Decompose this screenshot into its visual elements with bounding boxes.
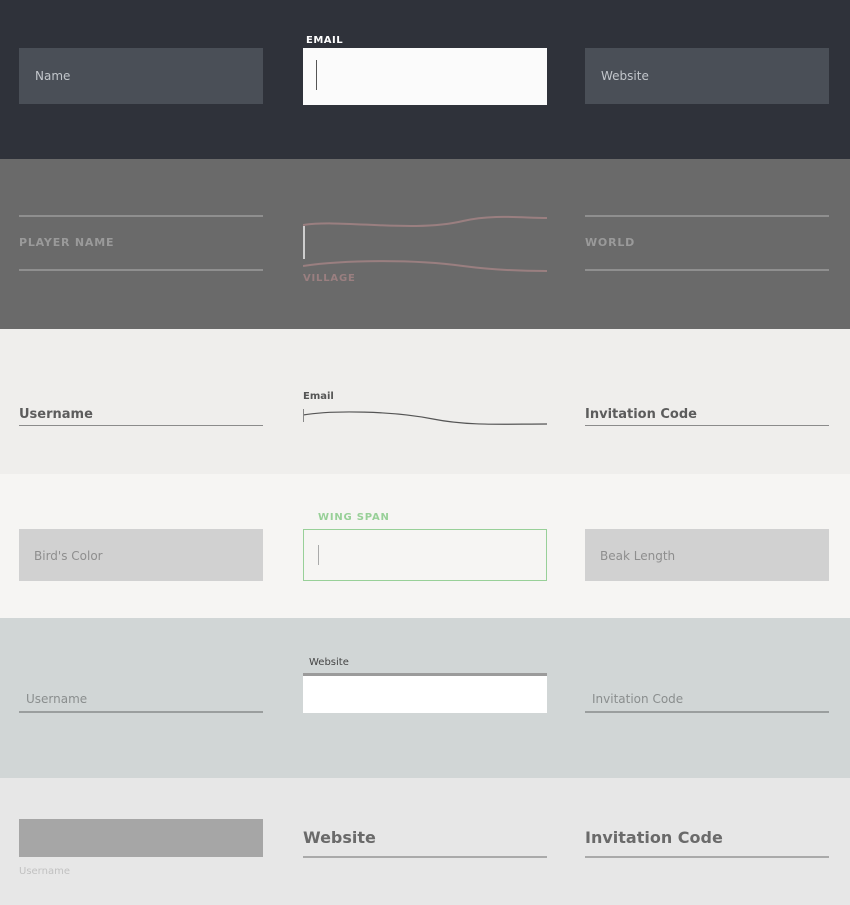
- email-label: Email: [303, 391, 334, 402]
- invitation-code-input[interactable]: Invitation Code: [585, 692, 829, 716]
- username-label: Username: [19, 407, 93, 422]
- website-input[interactable]: Website: [585, 48, 829, 104]
- beak-length-input[interactable]: Beak Length: [585, 529, 829, 581]
- username-input[interactable]: Username: [19, 399, 263, 427]
- invitation-code-input[interactable]: Invitation Code: [585, 399, 829, 427]
- player-name-label: PLAYER NAME: [19, 236, 115, 249]
- birds-color-placeholder: Bird's Color: [34, 549, 103, 563]
- invitation-code-input[interactable]: Invitation Code: [585, 828, 829, 860]
- invitation-code-label: Invitation Code: [585, 828, 723, 847]
- beak-length-placeholder: Beak Length: [600, 549, 676, 563]
- invitation-code-label: Invitation Code: [585, 407, 697, 422]
- invitation-code-label: Invitation Code: [592, 692, 684, 706]
- email-input[interactable]: [303, 407, 547, 429]
- website-input[interactable]: [303, 673, 547, 713]
- world-label: WORLD: [585, 236, 636, 249]
- village-input[interactable]: [303, 209, 547, 279]
- text-caret: [318, 545, 319, 565]
- text-caret: [316, 60, 317, 90]
- input-demo-section-6: Username Website Invitation Code: [0, 778, 850, 905]
- input-demo-section-2: PLAYER NAME VILLAGE WORLD: [0, 159, 850, 329]
- input-demo-section-5: Username Website Invitation Code: [0, 618, 850, 778]
- input-underline: [19, 425, 263, 426]
- birds-color-input[interactable]: Bird's Color: [19, 529, 263, 581]
- input-bottom-border: [585, 269, 829, 271]
- input-underline: [585, 856, 829, 858]
- wavy-border-shape: [303, 215, 547, 272]
- wavy-underline-shape: [303, 409, 547, 425]
- name-input[interactable]: Name: [19, 48, 263, 104]
- input-bottom-border: [19, 269, 263, 271]
- input-top-border: [585, 215, 829, 217]
- input-underline: [585, 425, 829, 426]
- player-name-input[interactable]: PLAYER NAME: [19, 215, 263, 273]
- username-label: Username: [19, 866, 70, 877]
- email-label: EMAIL: [306, 35, 344, 46]
- email-input[interactable]: [303, 48, 547, 105]
- input-underline: [585, 711, 829, 713]
- input-underline: [303, 856, 547, 858]
- username-input[interactable]: Username: [19, 692, 263, 716]
- world-input[interactable]: WORLD: [585, 215, 829, 273]
- website-label: Website: [309, 657, 349, 668]
- name-placeholder: Name: [35, 69, 71, 83]
- input-demo-section-4: Bird's Color WING SPAN Beak Length: [0, 474, 850, 618]
- website-placeholder: Website: [601, 69, 649, 83]
- username-input[interactable]: [19, 819, 263, 857]
- username-label: Username: [26, 692, 88, 706]
- input-demo-section-3: Username Email Invitation Code: [0, 329, 850, 474]
- input-demo-section-1: Name EMAIL Website: [0, 0, 850, 159]
- website-label: Website: [303, 828, 376, 847]
- input-top-border: [19, 215, 263, 217]
- input-underline: [19, 711, 263, 713]
- website-input[interactable]: Website: [303, 828, 547, 860]
- wing-span-label: WING SPAN: [318, 512, 390, 523]
- village-label: VILLAGE: [303, 273, 356, 284]
- wing-span-input[interactable]: [303, 529, 547, 581]
